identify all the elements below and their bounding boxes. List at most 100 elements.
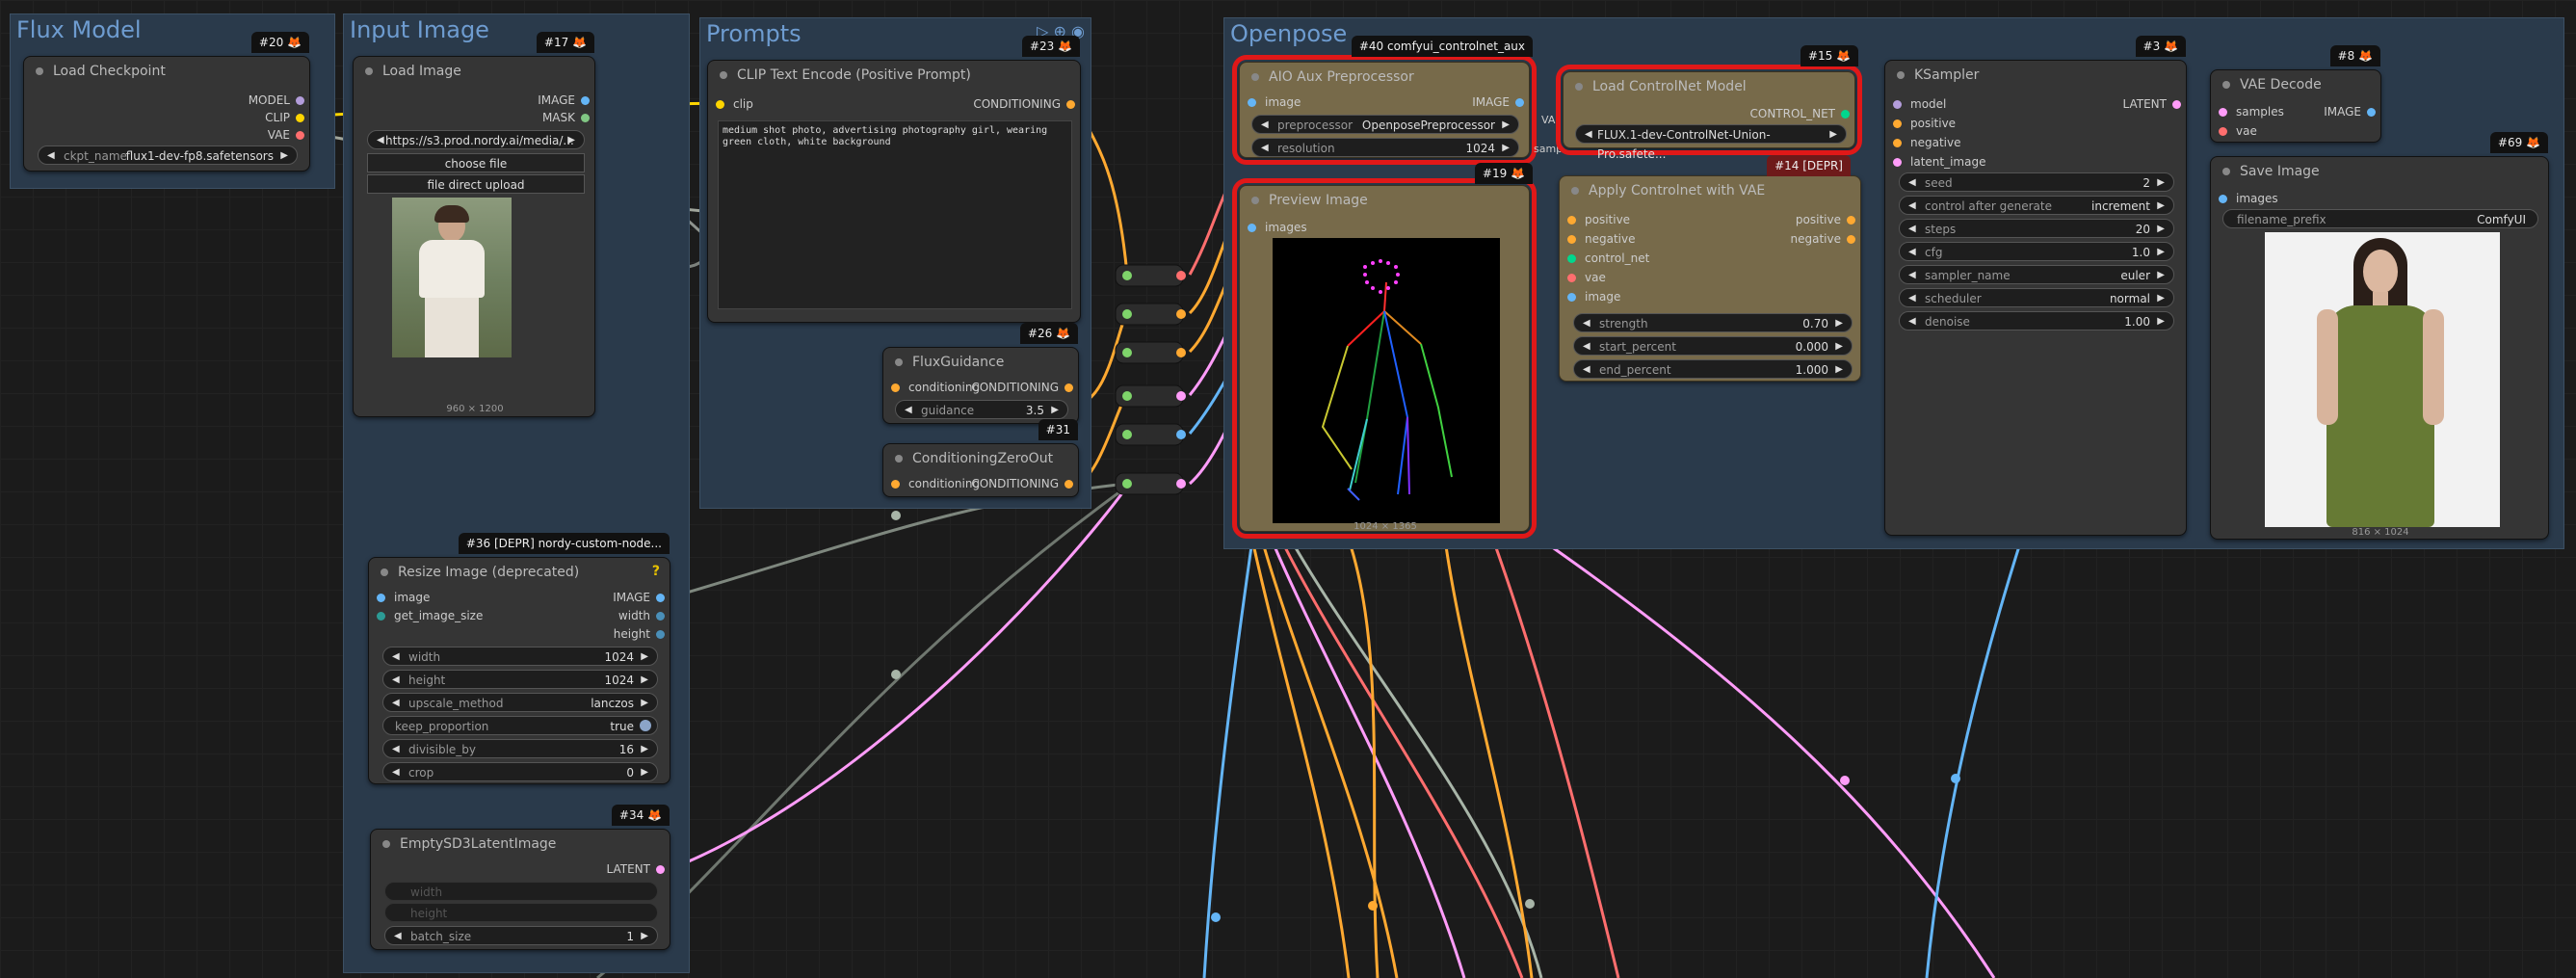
apply-controlnet-node[interactable]: #14 [DEPR] Apply Controlnet with VAE pos… [1559,155,1861,382]
preview-image-node[interactable]: #19 🦊 Preview Image images 1024 × 1365 [1232,163,1537,539]
width-converted-input[interactable]: width [384,882,658,901]
input-latent-image[interactable]: latent_image [1893,153,1985,171]
output-conditioning[interactable]: CONDITIONING [973,95,1075,113]
node-badge: #14 [DEPR] [1767,155,1851,176]
input-negative[interactable]: negative [1893,134,1960,151]
output-height[interactable]: height [614,625,665,643]
ckpt-name-combo[interactable]: ◀ ckpt_name flux1-dev-fp8.safetensors ▶ [38,145,298,165]
prompt-textarea[interactable]: medium shot photo, advertising photograp… [718,120,1072,309]
node-title[interactable]: Save Image [2211,157,2548,186]
image-url-combo[interactable]: ◀ https://s3.prod.nordy.ai/media/... ▶ [367,130,585,149]
cfg-widget[interactable]: ◀ cfg 1.0 ▶ [1899,242,2174,261]
node-title[interactable]: Load Image [354,57,594,86]
height-converted-input[interactable]: height [384,903,658,922]
output-negative[interactable]: negative [1791,230,1855,248]
clip-text-encode-node[interactable]: #23 🦊 CLIP Text Encode (Positive Prompt)… [707,36,1081,323]
node-badge: #36 [DEPR] nordy-custom-node... [458,533,670,554]
input-get-image-size[interactable]: get_image_size [377,607,483,624]
flux-guidance-node[interactable]: #26 🦊 FluxGuidance conditioning CONDITIO… [882,323,1079,424]
resize-image-node[interactable]: #36 [DEPR] nordy-custom-node... Resize I… [368,533,670,784]
empty-latent-node[interactable]: #34 🦊 EmptySD3LatentImage LATENT width h… [370,805,670,950]
output-model[interactable]: MODEL [249,92,304,109]
aio-aux-preprocessor-node[interactable]: #40 comfyui_controlnet_aux AIO Aux Prepr… [1232,36,1537,165]
input-control-net[interactable]: control_net [1567,250,1649,267]
load-checkpoint-node[interactable]: #20 🦊 Load Checkpoint MODEL CLIP VAE ◀ ck… [23,32,310,172]
guidance-slider[interactable]: ◀ guidance 3.5 ▶ [895,400,1068,419]
load-controlnet-node[interactable]: #15 🦊 Load ControlNet Model CONTROL_NET … [1556,45,1862,161]
choose-file-button[interactable]: choose file [367,153,585,172]
toggle-knob-icon [640,720,651,731]
node-title[interactable]: KSampler [1885,61,2186,90]
input-model[interactable]: model [1893,95,1946,113]
input-positive[interactable]: positive [1567,211,1630,228]
crop-widget[interactable]: ◀ crop 0 ▶ [382,762,658,781]
wire-latent-pink [1540,538,1996,978]
end-percent-widget[interactable]: ◀ end_percent 1.000 ▶ [1573,359,1853,379]
input-vae[interactable]: vae [1567,269,1606,286]
node-title[interactable]: Preview Image [1240,186,1529,215]
node-title[interactable]: ConditioningZeroOut [883,444,1078,473]
control-after-generate-combo[interactable]: ◀ control after generate increment ▶ [1899,196,2174,215]
strength-widget[interactable]: ◀ strength 0.70 ▶ [1573,313,1853,332]
input-clip[interactable]: clip [716,95,753,113]
denoise-widget[interactable]: ◀ denoise 1.00 ▶ [1899,311,2174,330]
start-percent-widget[interactable]: ◀ start_percent 0.000 ▶ [1573,336,1853,356]
output-latent[interactable]: LATENT [607,860,665,878]
node-title[interactable]: Resize Image (deprecated) [369,558,670,587]
input-images[interactable]: images [1248,219,1307,236]
node-title[interactable]: Load Checkpoint [24,57,309,86]
conditioning-zero-out-node[interactable]: #31 ConditioningZeroOut conditioning CON… [882,419,1079,497]
output-image[interactable]: IMAGE [1472,93,1524,111]
input-image[interactable]: image [1248,93,1301,111]
output-control-net[interactable]: CONTROL_NET [1750,105,1850,122]
controlnet-name-combo[interactable]: ◀ FLUX.1-dev-ControlNet-Union-Pro.safete.… [1575,124,1847,161]
output-image[interactable]: IMAGE [538,92,590,109]
node-title[interactable]: AIO Aux Preprocessor [1240,63,1529,92]
input-conditioning[interactable]: conditioning [891,475,980,492]
seed-widget[interactable]: ◀ seed 2 ▶ [1899,172,2174,192]
scheduler-combo[interactable]: ◀ scheduler normal ▶ [1899,288,2174,307]
sampler-name-combo[interactable]: ◀ sampler_name euler ▶ [1899,265,2174,284]
node-title[interactable]: CLIP Text Encode (Positive Prompt) [708,61,1080,90]
file-upload-button[interactable]: file direct upload [367,174,585,194]
ksampler-node[interactable]: #3 🦊 KSampler model positive negative la… [1884,36,2187,536]
keep-proportion-toggle[interactable]: keep_proportion true [382,716,658,735]
input-conditioning[interactable]: conditioning [891,379,980,396]
output-mask[interactable]: MASK [542,109,590,126]
input-image[interactable]: image [377,589,430,606]
input-negative[interactable]: negative [1567,230,1635,248]
input-image[interactable]: image [1567,288,1620,305]
input-images[interactable]: images [2219,190,2278,207]
upscale-method-combo[interactable]: ◀ upscale_method lanczos ▶ [382,693,658,712]
filename-prefix-input[interactable]: filename_prefix ComfyUI [2222,209,2538,228]
width-widget[interactable]: ◀ width 1024 ▶ [382,647,658,666]
input-positive[interactable]: positive [1893,115,1956,132]
node-title[interactable]: Load ControlNet Model [1564,72,1854,101]
output-vae[interactable]: VAE [268,126,304,144]
output-width[interactable]: width [618,607,665,624]
output-conditioning[interactable]: CONDITIONING [971,379,1073,396]
output-image[interactable]: IMAGE [2324,103,2376,120]
node-title[interactable]: EmptySD3LatentImage [371,830,670,859]
load-image-node[interactable]: #17 🦊 Load Image IMAGE MASK ◀ https://s3.… [353,32,595,417]
height-widget[interactable]: ◀ height 1024 ▶ [382,670,658,689]
node-title[interactable]: FluxGuidance [883,348,1078,377]
steps-widget[interactable]: ◀ steps 20 ▶ [1899,219,2174,238]
preprocessor-combo[interactable]: ◀ preprocessor OpenposePreprocessor ▶ [1251,115,1519,134]
help-icon[interactable]: ? [652,564,660,579]
vae-decode-node[interactable]: #8 🦊 VAE Decode samples vae IMAGE [2210,45,2381,143]
output-positive[interactable]: positive [1796,211,1855,228]
divisible-by-widget[interactable]: ◀ divisible_by 16 ▶ [382,739,658,758]
batch-size-widget[interactable]: ◀ batch_size 1 ▶ [384,926,658,945]
output-clip[interactable]: CLIP [265,109,304,126]
save-image-node[interactable]: #69 🦊 Save Image images filename_prefix C… [2210,132,2549,540]
output-conditioning[interactable]: CONDITIONING [971,475,1073,492]
group-title: Input Image [350,16,489,43]
resolution-widget[interactable]: ◀ resolution 1024 ▶ [1251,138,1519,157]
node-title[interactable]: VAE Decode [2211,70,2380,99]
input-vae[interactable]: vae [2219,122,2257,140]
output-latent[interactable]: LATENT [2123,95,2181,113]
output-image[interactable]: IMAGE [613,589,665,606]
node-title[interactable]: Apply Controlnet with VAE [1560,176,1860,205]
input-samples[interactable]: samples [2219,103,2284,120]
